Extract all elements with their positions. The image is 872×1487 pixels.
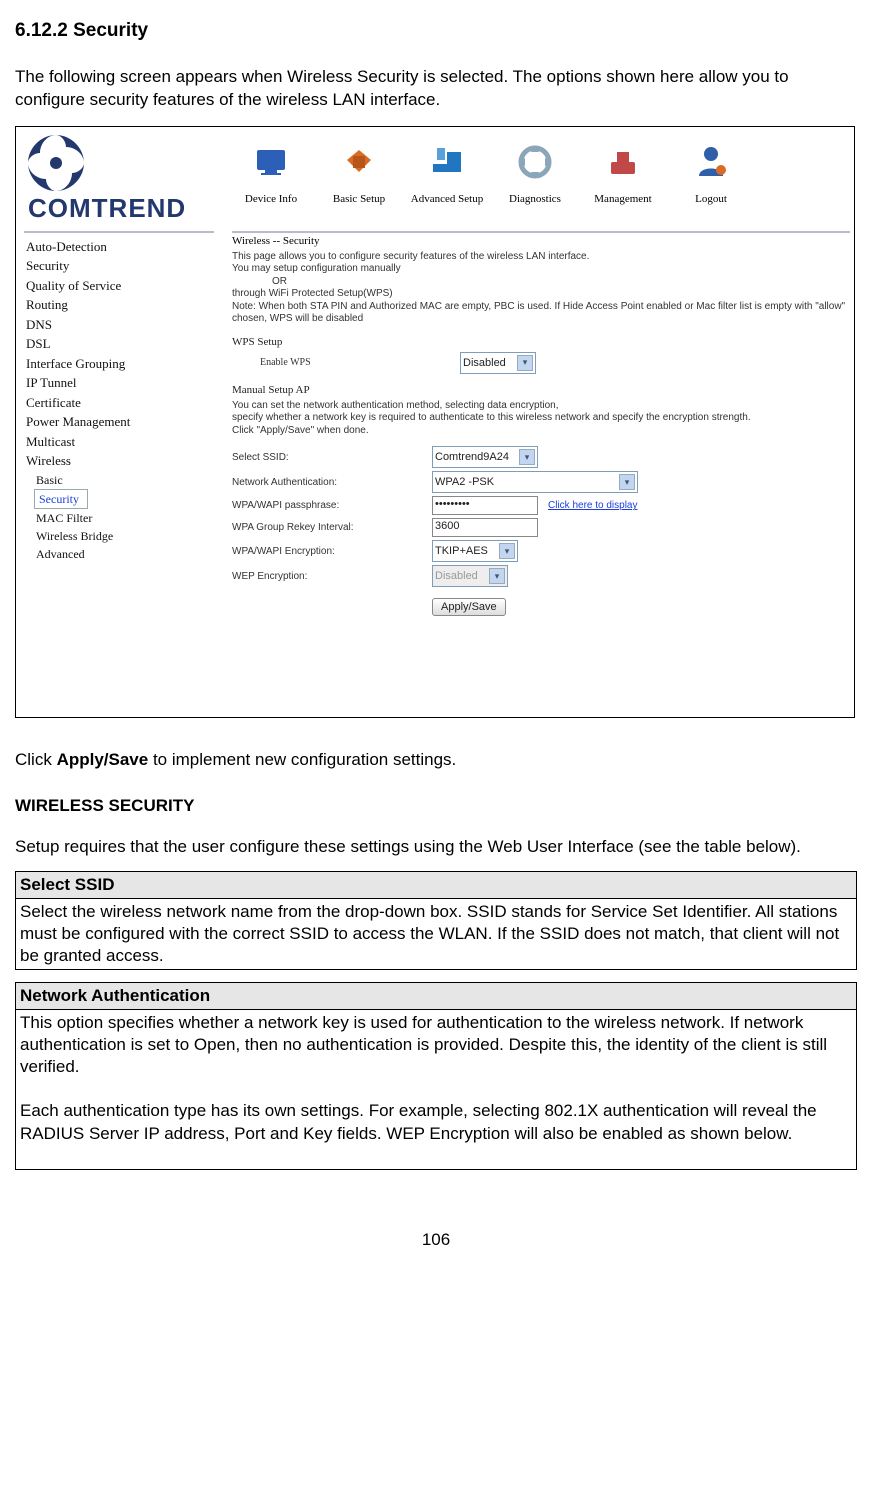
sidebar-item-wireless-bridge[interactable]: Wireless Bridge: [24, 527, 214, 545]
chevron-down-icon: ▾: [517, 355, 533, 371]
wireless-security-heading: WIRELESS SECURITY: [15, 796, 857, 816]
sidebar-item-dsl[interactable]: DSL: [24, 334, 214, 354]
table-body: This option specifies whether a network …: [16, 1010, 857, 1170]
manual-heading: Manual Setup AP: [232, 384, 850, 396]
form-label: Select SSID:: [232, 452, 432, 463]
dropdown[interactable]: WPA2 -PSK▾: [432, 471, 638, 493]
nav-icon: [594, 133, 652, 191]
section-heading: 6.12.2 Security: [15, 20, 857, 42]
wps-label: Enable WPS: [232, 357, 460, 368]
topnav-basic-setup[interactable]: Basic Setup: [319, 133, 399, 224]
sidebar-item-multicast[interactable]: Multicast: [24, 432, 214, 452]
sidebar-item-security[interactable]: Security: [34, 489, 88, 509]
sidebar-item-certificate[interactable]: Certificate: [24, 393, 214, 413]
wps-heading: WPS Setup: [232, 336, 850, 348]
screenshot: COMTREND Device Info Basic Setup Advanced …: [15, 126, 855, 718]
chevron-down-icon: ▾: [519, 449, 535, 465]
chevron-down-icon: ▾: [499, 543, 515, 559]
topnav-advanced-setup[interactable]: Advanced Setup: [407, 133, 487, 224]
dropdown[interactable]: TKIP+AES▾: [432, 540, 518, 562]
wps-select[interactable]: Disabled▾: [460, 352, 536, 374]
nav-label: Diagnostics: [495, 193, 575, 205]
sidebar-item-dns[interactable]: DNS: [24, 315, 214, 335]
topnav-management[interactable]: Management: [583, 133, 663, 224]
sidebar-item-ip-tunnel[interactable]: IP Tunnel: [24, 373, 214, 393]
form-label: WPA Group Rekey Interval:: [232, 522, 432, 533]
form-row: Network Authentication:WPA2 -PSK▾: [232, 471, 850, 493]
text-input[interactable]: 3600: [432, 518, 538, 537]
main-panel: Wireless -- Security This page allows yo…: [232, 231, 850, 617]
form-label: Network Authentication:: [232, 477, 432, 488]
logo-swirl-icon: [26, 133, 86, 193]
nav-icon: [330, 133, 388, 191]
form-row: Select SSID:Comtrend9A24▾: [232, 446, 850, 468]
form-row: WPA Group Rekey Interval:3600: [232, 518, 850, 537]
chevron-down-icon: ▾: [619, 474, 635, 490]
table-body: Select the wireless network name from th…: [16, 898, 857, 969]
select-ssid-table: Select SSID Select the wireless network …: [15, 871, 857, 970]
nav-icon: [242, 133, 300, 191]
form-label: WPA/WAPI passphrase:: [232, 500, 432, 511]
nav-label: Advanced Setup: [407, 193, 487, 205]
nav-icon: [418, 133, 476, 191]
sidebar-item-quality-of-service[interactable]: Quality of Service: [24, 276, 214, 296]
page-number: 106: [15, 1230, 857, 1250]
intro-text: The following screen appears when Wirele…: [15, 66, 857, 112]
sidebar-item-power-management[interactable]: Power Management: [24, 412, 214, 432]
table-header: Network Authentication: [16, 982, 857, 1009]
topnav-device-info[interactable]: Device Info: [231, 133, 311, 224]
nav-label: Logout: [671, 193, 751, 205]
brand-logo: COMTREND: [16, 127, 231, 224]
display-passphrase-link[interactable]: Click here to display: [548, 500, 637, 511]
nav-icon: [506, 133, 564, 191]
network-auth-table: Network Authentication This option speci…: [15, 982, 857, 1170]
sidebar-item-interface-grouping[interactable]: Interface Grouping: [24, 354, 214, 374]
table-header: Select SSID: [16, 871, 857, 898]
wps-row: Enable WPS Disabled▾: [232, 352, 850, 374]
sidebar-item-mac-filter[interactable]: MAC Filter: [24, 509, 214, 527]
dropdown: Disabled▾: [432, 565, 508, 587]
dropdown[interactable]: Comtrend9A24▾: [432, 446, 538, 468]
password-input[interactable]: •••••••••: [432, 496, 538, 515]
sidebar-item-basic[interactable]: Basic: [24, 471, 214, 489]
manual-desc: You can set the network authentication m…: [232, 400, 850, 438]
setup-text: Setup requires that the user configure t…: [15, 836, 857, 859]
top-nav: Device Info Basic Setup Advanced Setup Diag…: [231, 127, 854, 224]
form-label: WEP Encryption:: [232, 571, 432, 582]
form-row: WPA/WAPI passphrase:••••••••• Click here …: [232, 496, 850, 515]
nav-label: Management: [583, 193, 663, 205]
sidebar-item-wireless[interactable]: Wireless: [24, 451, 214, 471]
sidebar-item-advanced[interactable]: Advanced: [24, 545, 214, 563]
nav-label: Device Info: [231, 193, 311, 205]
form-row: WEP Encryption:Disabled▾: [232, 565, 850, 587]
sidebar-item-auto-detection[interactable]: Auto-Detection: [24, 237, 214, 257]
brand-name: COMTREND: [28, 193, 186, 224]
topnav-logout[interactable]: Logout: [671, 133, 751, 224]
sidebar-item-security[interactable]: Security: [24, 256, 214, 276]
chevron-down-icon: ▾: [489, 568, 505, 584]
form-row: WPA/WAPI Encryption:TKIP+AES▾: [232, 540, 850, 562]
post-screenshot-text: Click Apply/Save to implement new config…: [15, 748, 857, 772]
sidebar: Auto-DetectionSecurityQuality of Service…: [24, 231, 214, 563]
apply-save-button[interactable]: Apply/Save: [432, 598, 506, 616]
nav-label: Basic Setup: [319, 193, 399, 205]
panel-desc: This page allows you to configure securi…: [232, 251, 850, 326]
form-label: WPA/WAPI Encryption:: [232, 546, 432, 557]
topnav-diagnostics[interactable]: Diagnostics: [495, 133, 575, 224]
nav-icon: [682, 133, 740, 191]
panel-title: Wireless -- Security: [232, 235, 850, 247]
sidebar-item-routing[interactable]: Routing: [24, 295, 214, 315]
